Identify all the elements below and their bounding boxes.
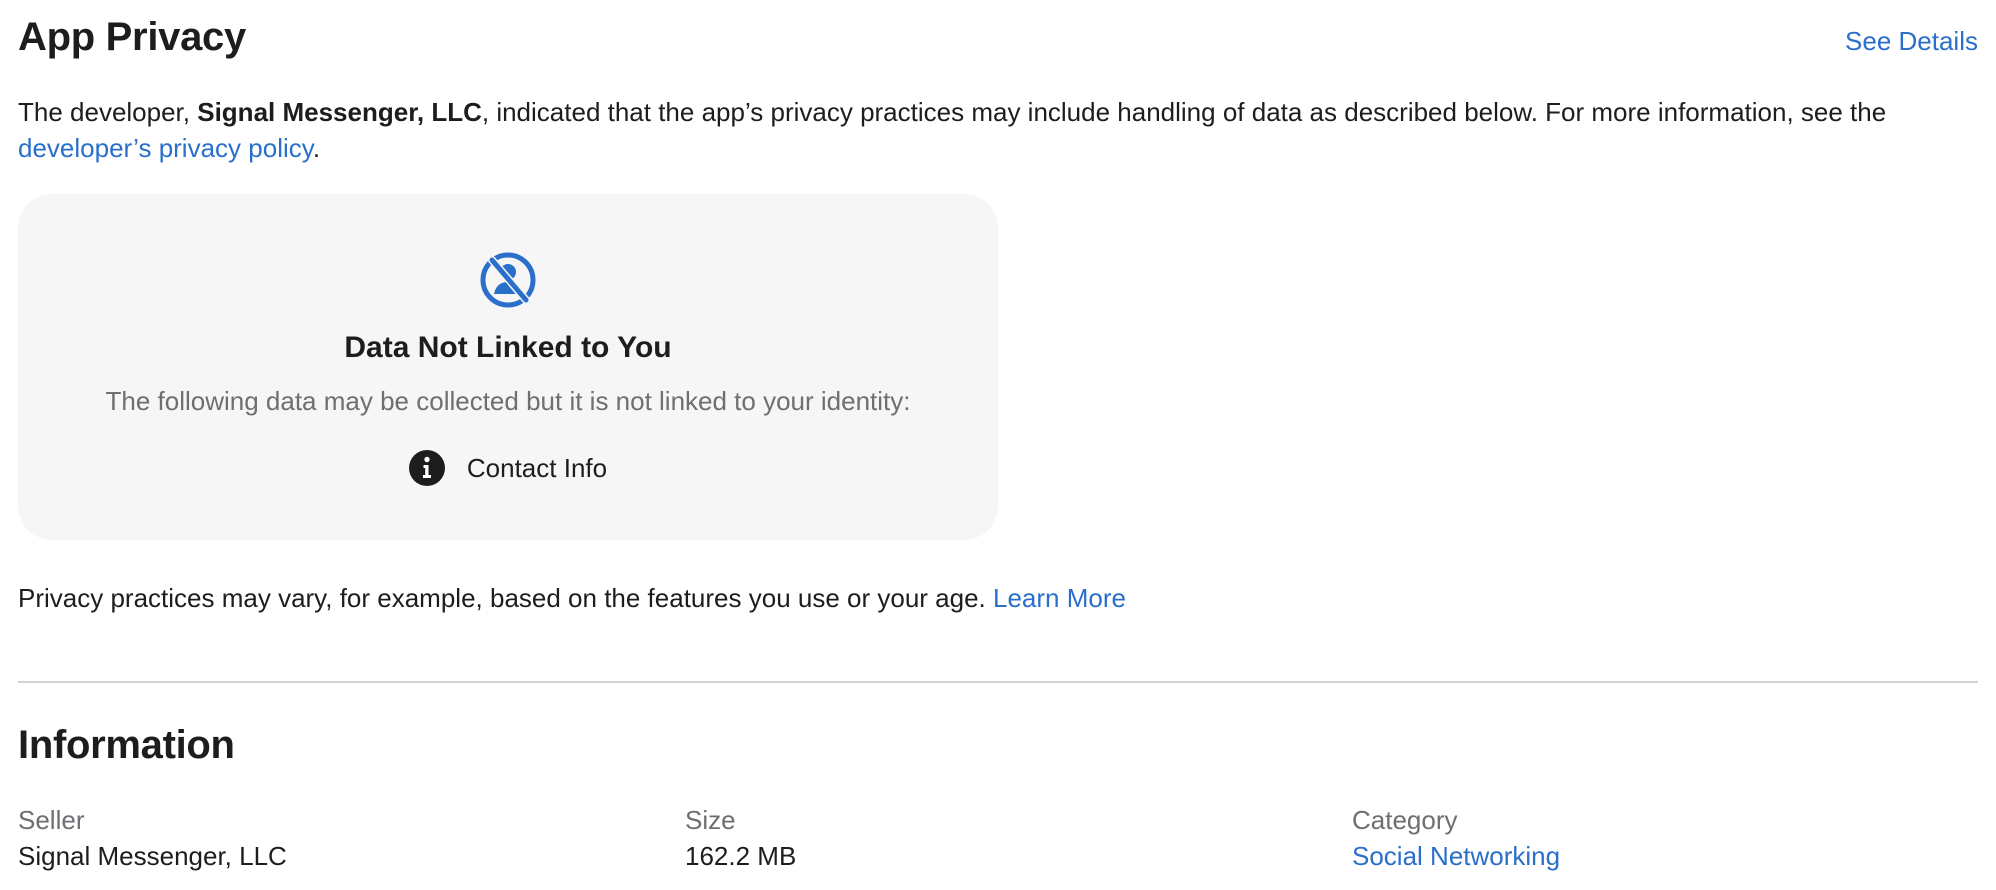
description-suffix: .	[312, 133, 321, 163]
size-value: 162.2 MB	[685, 841, 797, 871]
privacy-footnote: Privacy practices may vary, for example,…	[18, 580, 1978, 616]
developer-name: Signal Messenger, LLC	[197, 97, 482, 127]
data-item-contact-info: Contact Info	[18, 448, 998, 488]
info-category: Category Social Networking	[1352, 802, 1992, 882]
info-label: Category	[1352, 805, 1458, 835]
app-details-page: App Privacy See Details The developer, S…	[18, 0, 1978, 890]
developer-privacy-policy-link[interactable]: developer’s privacy policy	[18, 133, 313, 163]
see-details-link[interactable]: See Details	[1845, 26, 1978, 56]
information-grid: Seller Signal Messenger, LLC Size 162.2 …	[18, 802, 1978, 882]
info-size: Size 162.2 MB	[685, 802, 1325, 882]
data-item-label: Contact Info	[466, 453, 608, 483]
information-title: Information	[18, 723, 235, 767]
privacy-header: App Privacy See Details	[18, 12, 1978, 62]
description-middle: , indicated that the app’s privacy pract…	[481, 97, 1887, 127]
privacy-description: The developer, Signal Messenger, LLC, in…	[18, 94, 1978, 166]
info-label: Size	[685, 805, 736, 835]
learn-more-link[interactable]: Learn More	[993, 583, 1126, 613]
card-title: Data Not Linked to You	[344, 331, 672, 364]
card-subtitle: The following data may be collected but …	[105, 386, 911, 416]
info-icon	[408, 450, 445, 486]
footnote-text: Privacy practices may vary, for example,…	[18, 583, 993, 613]
privacy-title: App Privacy	[18, 15, 246, 59]
section-divider	[18, 681, 1978, 683]
not-linked-icon	[478, 250, 538, 310]
info-seller: Seller Signal Messenger, LLC	[18, 802, 658, 882]
seller-value: Signal Messenger, LLC	[18, 841, 287, 871]
data-not-linked-card: Data Not Linked to You The following dat…	[18, 194, 998, 540]
category-link[interactable]: Social Networking	[1352, 838, 1560, 874]
description-prefix: The developer,	[18, 97, 198, 127]
info-label: Seller	[18, 805, 85, 835]
